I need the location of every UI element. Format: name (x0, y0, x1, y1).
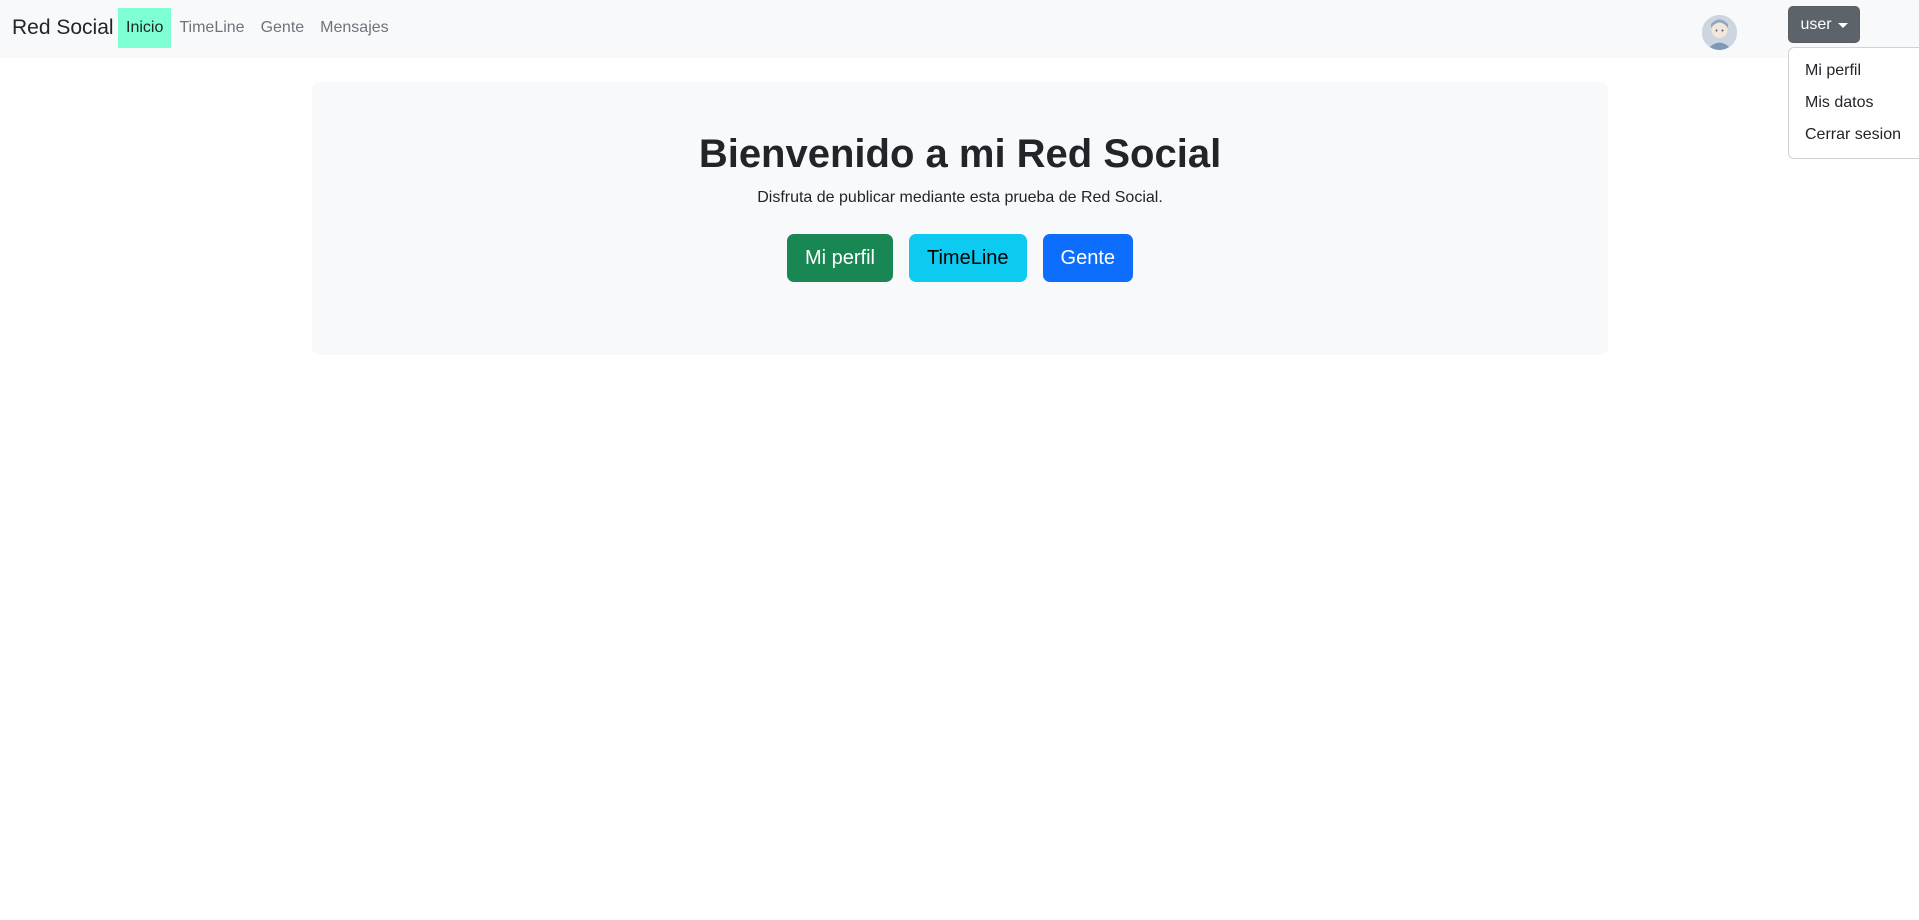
caret-down-icon (1837, 23, 1848, 28)
user-dropdown-button[interactable]: user (1788, 6, 1860, 43)
mi-perfil-button[interactable]: Mi perfil (786, 234, 893, 282)
brand-link[interactable]: Red Social (12, 16, 114, 40)
dropdown-item-cerrar-sesion[interactable]: Cerrar sesion (1789, 119, 1919, 151)
nav-links: Inicio TimeLine Gente Mensajes (118, 8, 397, 48)
user-dropdown-menu: Mi perfil Mis datos Cerrar sesion (1788, 47, 1919, 159)
timeline-button[interactable]: TimeLine (909, 234, 1027, 282)
dropdown-item-mi-perfil[interactable]: Mi perfil (1789, 55, 1919, 87)
nav-link-mensajes[interactable]: Mensajes (312, 8, 396, 48)
dropdown-item-mis-datos[interactable]: Mis datos (1789, 87, 1919, 119)
nav-link-timeline[interactable]: TimeLine (171, 8, 252, 48)
welcome-hero: Bienvenido a mi Red Social Disfruta de p… (312, 82, 1608, 355)
user-avatar-icon[interactable] (1702, 15, 1737, 50)
gente-button[interactable]: Gente (1042, 234, 1133, 282)
user-dropdown-label: user (1800, 15, 1832, 33)
nav-link-gente[interactable]: Gente (253, 8, 313, 48)
nav-link-inicio[interactable]: Inicio (118, 8, 172, 48)
hero-subtitle: Disfruta de publicar mediante esta prueb… (757, 189, 1163, 206)
hero-buttons: Mi perfil TimeLine Gente (312, 234, 1608, 282)
hero-title: Bienvenido a mi Red Social (698, 132, 1222, 176)
navbar: Red Social Inicio TimeLine Gente Mensaje… (0, 0, 1919, 58)
